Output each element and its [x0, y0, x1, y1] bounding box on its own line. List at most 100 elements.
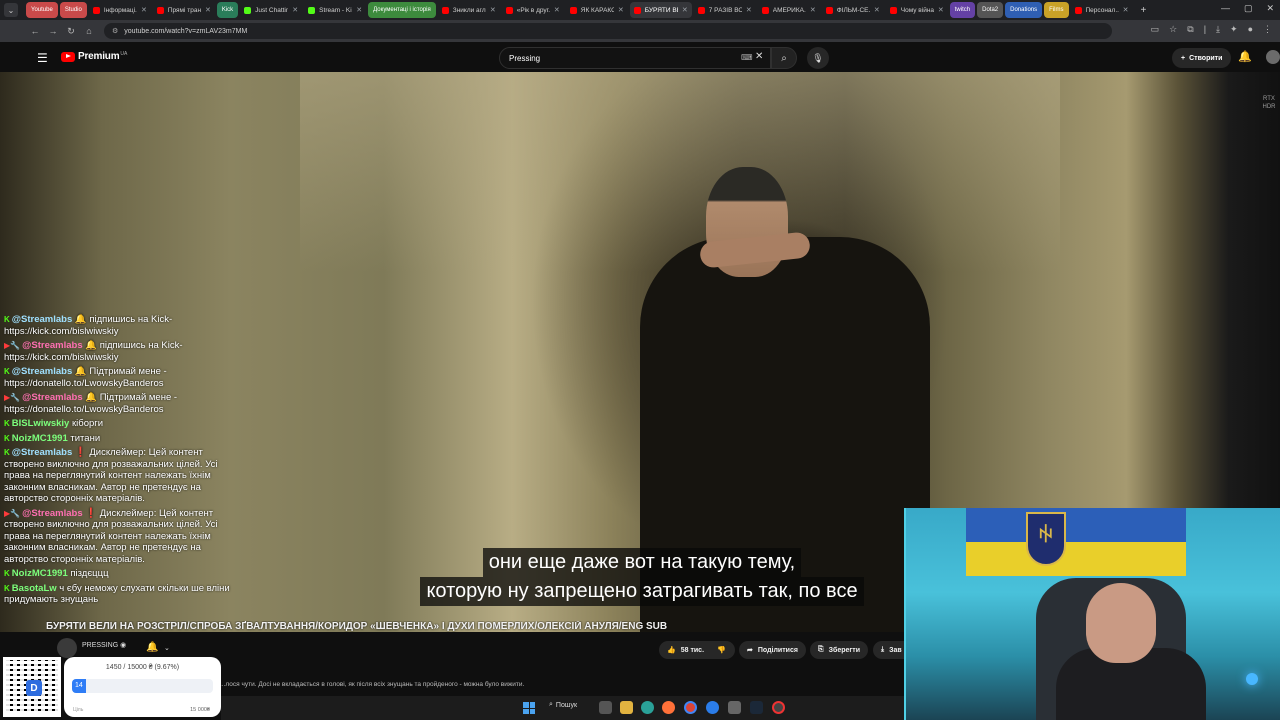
browser-tab[interactable]: Stream - Ki... ✕ [304, 2, 366, 18]
youtube-premium-logo[interactable]: Premium UA [61, 51, 127, 62]
browser-tab[interactable]: Прямі тран... ✕ [153, 2, 215, 18]
windows-start-icon[interactable] [523, 702, 535, 714]
close-tab-icon[interactable]: ✕ [874, 6, 880, 14]
close-tab-icon[interactable]: ✕ [490, 6, 496, 14]
browser-tab[interactable]: ЯК КАРАКО... ✕ [566, 2, 628, 18]
profile-icon[interactable]: ● [1248, 24, 1253, 35]
new-tab-button[interactable]: + [1141, 5, 1147, 16]
browser-tab[interactable]: ФІЛЬМ-СЕ... ✕ [822, 2, 884, 18]
browser-tab[interactable]: АМЕРИКА... ✕ [758, 2, 820, 18]
tab-title: Прямі тран... [167, 6, 201, 14]
close-window-icon[interactable]: ✕ [1266, 3, 1274, 14]
tab-group-chip[interactable]: Studio [59, 2, 87, 18]
search-input[interactable]: Pressing [499, 47, 771, 69]
create-button[interactable]: + Створити [1172, 48, 1232, 68]
clear-search-icon[interactable]: ✕ [755, 51, 763, 62]
file-explorer-icon[interactable] [620, 701, 633, 714]
browser-tab[interactable]: Інформаці... ✕ [89, 2, 151, 18]
close-tab-icon[interactable]: ✕ [810, 6, 816, 14]
youtube-header: ☰ Premium UA Pressing ⌨ ✕ ⌕ 🎙 + Створити… [0, 42, 1280, 72]
task-view-icon[interactable] [599, 701, 612, 714]
save-button[interactable]: ⎘ Зберегти [810, 641, 869, 659]
steam-icon[interactable] [750, 701, 763, 714]
tab-group-chip[interactable]: Donations [1005, 2, 1043, 18]
tab-group-chip[interactable]: Youtube [26, 2, 58, 18]
chat-username: @Streamlabs [22, 507, 83, 519]
dislike-button[interactable]: 👎 [708, 641, 735, 659]
keyboard-icon[interactable]: ⌨ [741, 53, 753, 62]
close-tab-icon[interactable]: ✕ [938, 6, 944, 14]
download-icon[interactable]: ⤓ [1216, 24, 1220, 35]
chat-username: @Streamlabs [11, 366, 73, 377]
close-tab-icon[interactable]: ✕ [618, 6, 624, 14]
account-avatar[interactable] [1266, 50, 1280, 64]
back-icon[interactable]: ← [26, 26, 44, 36]
browser-tab[interactable]: Чому війна... ✕ [886, 2, 948, 18]
minimize-icon[interactable]: — [1221, 3, 1230, 14]
streamer-face [1086, 583, 1156, 663]
close-tab-icon[interactable]: ✕ [205, 6, 211, 14]
tab-favicon-icon [633, 6, 641, 14]
cast-icon[interactable]: ▭ [1151, 24, 1160, 35]
browser-tab[interactable]: Зникли агли... ✕ [438, 2, 500, 18]
pin-icon[interactable]: ✦ [1230, 24, 1238, 35]
edge-icon[interactable] [641, 701, 654, 714]
logo-region: UA [120, 50, 128, 57]
tab-title: АМЕРИКА... [772, 6, 806, 14]
chat-message: K BasotaLw ч єбу неможу слухати скільки ш… [0, 582, 245, 608]
browser-tab[interactable]: 7 РАЗІВ ВО... ✕ [694, 2, 756, 18]
tab-group-chip[interactable]: Документаці і історія [368, 2, 436, 18]
close-tab-icon[interactable]: ✕ [554, 6, 560, 14]
notifications-bell-icon[interactable]: 🔔 [1238, 50, 1252, 63]
like-button[interactable]: 👍 58 тис. [659, 641, 713, 659]
tab-search-icon[interactable]: ⌄ [4, 3, 18, 17]
menu-dots-icon[interactable]: ⋮ [1263, 24, 1272, 35]
tab-title: Зникли агли... [452, 6, 486, 14]
tab-title: Персонал... [1085, 6, 1119, 14]
chat-text: піздєццц [70, 568, 109, 579]
app-icon[interactable] [728, 701, 741, 714]
close-tab-icon[interactable]: ✕ [682, 6, 688, 14]
bookmark-star-icon[interactable]: ☆ [1169, 24, 1177, 35]
forward-icon[interactable]: → [44, 26, 62, 36]
chat-username: @Streamlabs [11, 447, 73, 458]
close-tab-icon[interactable]: ✕ [141, 6, 147, 14]
notification-bell-icon[interactable]: 🔔 [146, 642, 158, 653]
plus-icon: + [1181, 54, 1186, 62]
address-bar[interactable]: ⚙ youtube.com/watch?v=zmLAV23m7MM [104, 23, 1112, 39]
home-icon[interactable]: ⌂ [80, 26, 98, 36]
chrome-icon[interactable] [684, 701, 697, 714]
browser-tab[interactable]: Персонал... ✕ [1071, 2, 1133, 18]
chevron-down-icon[interactable]: ⌄ [164, 644, 170, 652]
telegram-icon[interactable] [706, 701, 719, 714]
extensions-icon[interactable]: ⧉ [1187, 24, 1193, 35]
bookmark-icon: ⎘ [818, 646, 824, 653]
browser-tab[interactable]: БУРЯТИ ВЕ... ✕ [629, 2, 692, 18]
firefox-icon[interactable] [662, 701, 675, 714]
obs-icon[interactable] [772, 701, 785, 714]
channel-avatar[interactable] [57, 638, 77, 658]
search-button[interactable]: ⌕ [771, 47, 797, 69]
maximize-icon[interactable]: ▢ [1244, 3, 1253, 14]
reload-icon[interactable]: ↻ [62, 26, 80, 37]
browser-tab[interactable]: «Рік в друг... ✕ [502, 2, 564, 18]
tab-group-chip[interactable]: Kick [216, 2, 239, 18]
voice-search-button[interactable]: 🎙 [807, 47, 829, 69]
hamburger-menu-icon[interactable]: ☰ [37, 51, 48, 65]
taskbar-search[interactable]: ⌕ Пошук [549, 701, 577, 709]
site-info-icon[interactable]: ⚙ [112, 27, 118, 35]
share-icon: ➦ [747, 647, 753, 654]
tab-group-label: Dota2 [982, 7, 999, 13]
close-tab-icon[interactable]: ✕ [746, 6, 752, 14]
tab-group-chip[interactable]: Dota2 [977, 2, 1004, 18]
video-description[interactable]: ...лося чути. Досі не вкладається в голо… [220, 681, 524, 688]
tab-group-chip[interactable]: twitch [949, 2, 976, 18]
share-button[interactable]: ➦ Поділитися [739, 641, 806, 659]
tab-group-chip[interactable]: Films [1044, 2, 1069, 18]
browser-tab[interactable]: Just Chattin...✕ [240, 2, 302, 18]
close-tab-icon[interactable]: ✕ [356, 6, 362, 14]
close-tab-icon[interactable]: ✕ [292, 6, 298, 14]
close-tab-icon[interactable]: ✕ [1123, 6, 1129, 14]
channel-name[interactable]: PRESSING ◉ [82, 641, 126, 649]
tab-list: Youtube Studio Інформаці... ✕ Прямі тран... ✕… [26, 2, 1133, 18]
